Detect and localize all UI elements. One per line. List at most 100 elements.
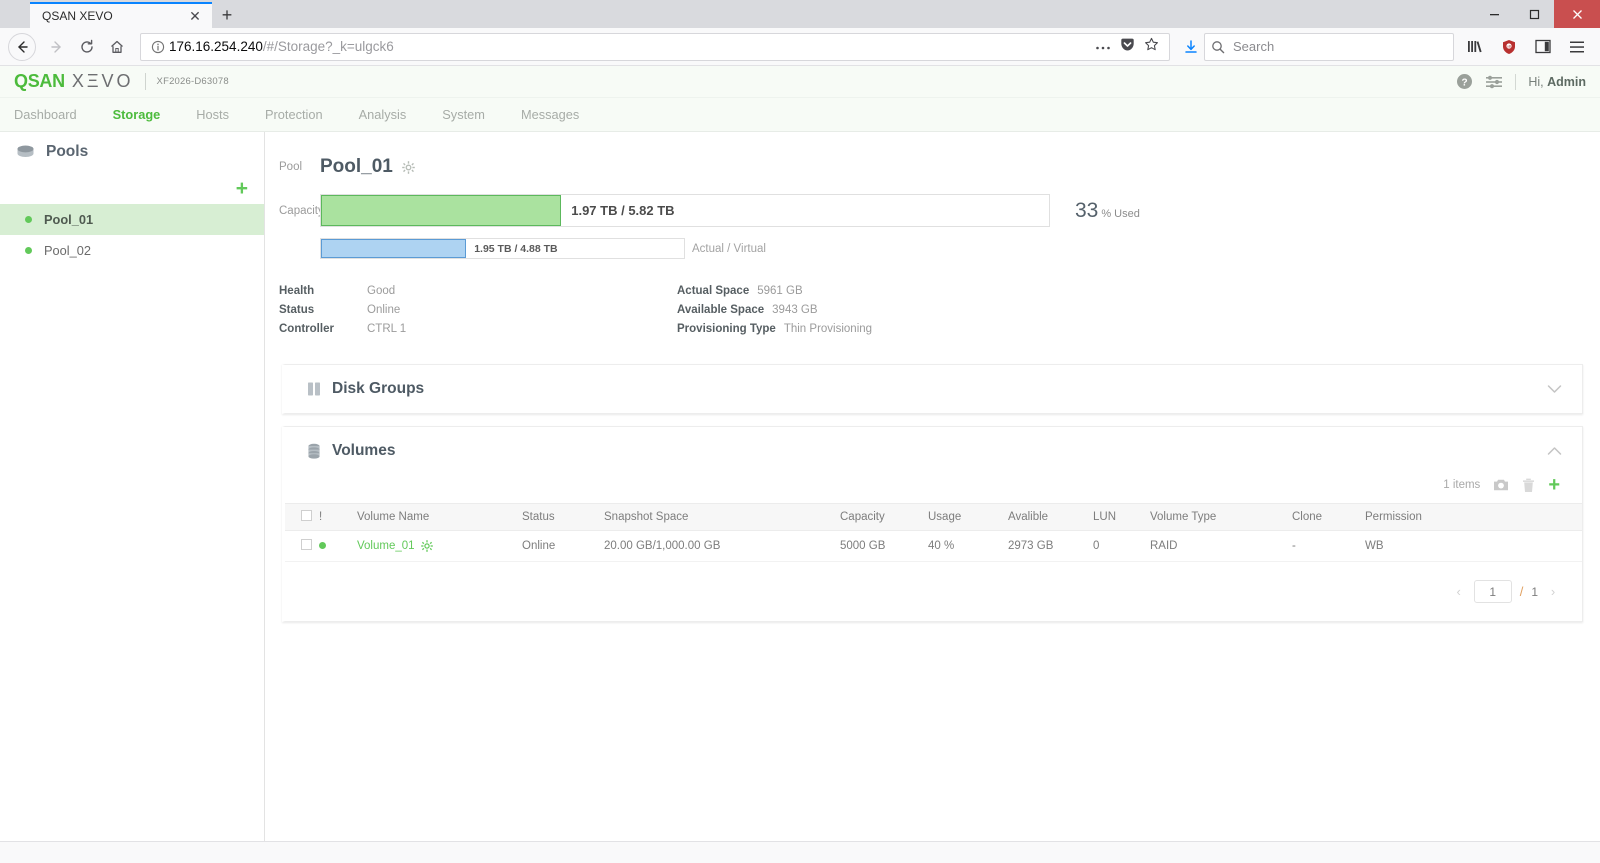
row-checkbox[interactable] xyxy=(301,539,312,550)
th-usage[interactable]: Usage xyxy=(928,504,1008,531)
detail-value: 3943 GB xyxy=(772,304,818,316)
chevron-down-icon[interactable] xyxy=(1547,384,1562,394)
th-available[interactable]: Avalible xyxy=(1008,504,1093,531)
page-title: Pool_01 xyxy=(320,156,415,178)
virtual-capacity-bar-text: 1.95 TB / 4.88 TB xyxy=(474,242,558,255)
th-capacity[interactable]: Capacity xyxy=(840,504,928,531)
next-page-button[interactable]: › xyxy=(1546,584,1560,599)
th-status[interactable]: Status xyxy=(522,504,604,531)
row-clone-cell: - xyxy=(1292,530,1365,562)
maximize-icon[interactable] xyxy=(1514,0,1554,28)
svg-text:?: ? xyxy=(1462,77,1468,88)
downloads-icon[interactable] xyxy=(1178,39,1204,55)
delete-trash-icon[interactable] xyxy=(1522,478,1535,493)
th-alert[interactable]: ! xyxy=(319,504,357,531)
new-tab-icon[interactable]: + xyxy=(212,2,242,28)
page-actions-icon[interactable] xyxy=(1095,38,1111,56)
app-header: QSAN XΞVO XF2026-D63078 ? Hi, Admin xyxy=(0,66,1600,98)
bookmark-star-icon[interactable] xyxy=(1144,37,1159,57)
nav-tab-storage[interactable]: Storage xyxy=(95,98,179,132)
capacity-label: Capacity xyxy=(279,204,324,217)
select-all-checkbox[interactable] xyxy=(301,510,312,521)
th-lun[interactable]: LUN xyxy=(1093,504,1150,531)
gear-icon[interactable] xyxy=(402,160,415,174)
virtual-capacity-bar-fill xyxy=(321,239,467,258)
th-permission[interactable]: Permission xyxy=(1365,504,1582,531)
capacity-percent-word: Used xyxy=(1114,207,1140,220)
detail-row: Available Space 3943 GB xyxy=(677,304,872,317)
library-icon[interactable] xyxy=(1460,32,1490,62)
th-volume-type[interactable]: Volume Type xyxy=(1150,504,1292,531)
url-bar[interactable]: 176.16.254.240/#/Storage?_k=ulgck6 xyxy=(140,32,1170,61)
site-info-icon[interactable] xyxy=(147,40,169,54)
row-capacity-cell: 5000 GB xyxy=(840,530,928,562)
browser-window: QSAN XEVO ✕ + 176.16.254.240/#/Storage?_… xyxy=(0,0,1600,863)
table-row[interactable]: Volume_01 Online 20.00 GB/1,000.00 GB 50… xyxy=(285,530,1582,562)
pool-details-left: Health Good Status Online Controller CTRL 1 xyxy=(279,285,677,336)
home-icon[interactable] xyxy=(102,32,132,62)
browser-navbar: 176.16.254.240/#/Storage?_k=ulgck6 Searc… xyxy=(0,28,1600,66)
add-volume-button[interactable]: + xyxy=(1548,475,1560,495)
volume-link[interactable]: Volume_01 xyxy=(357,540,433,552)
back-icon[interactable] xyxy=(8,32,36,61)
svg-text:uB: uB xyxy=(1507,44,1511,48)
url-text: 176.16.254.240/#/Storage?_k=ulgck6 xyxy=(169,39,1095,54)
pools-sidebar: Pools + Pool_01 Pool_02 xyxy=(0,132,265,841)
detail-row: Provisioning Type Thin Provisioning xyxy=(677,323,872,336)
url-action-icons xyxy=(1095,37,1163,57)
gear-icon[interactable] xyxy=(420,540,433,552)
th-clone[interactable]: Clone xyxy=(1292,504,1365,531)
qsan-logo[interactable]: QSAN XΞVO xyxy=(14,71,134,92)
sidebar-item-label: Pool_02 xyxy=(44,243,91,258)
browser-tab[interactable]: QSAN XEVO ✕ xyxy=(30,2,212,28)
prev-page-button[interactable]: ‹ xyxy=(1452,584,1466,599)
add-pool-button[interactable]: + xyxy=(0,172,264,204)
shield-addon-icon[interactable]: uB xyxy=(1494,32,1524,62)
row-volume-type-cell: RAID xyxy=(1150,530,1292,562)
detail-row: Status Online xyxy=(279,304,677,317)
capacity-bar-fill xyxy=(321,195,562,226)
nav-tab-protection[interactable]: Protection xyxy=(247,98,341,132)
nav-tab-analysis[interactable]: Analysis xyxy=(341,98,425,132)
th-volume-name[interactable]: Volume Name xyxy=(357,504,522,531)
page-number-input[interactable]: 1 xyxy=(1473,580,1512,603)
pocket-icon[interactable] xyxy=(1120,37,1135,57)
main-content: Pool Pool_01 Capacity 1.97 TB / 5.82 TB … xyxy=(265,132,1600,841)
sidebar-item-pool-02[interactable]: Pool_02 xyxy=(0,235,264,266)
pool-title-row: Pool Pool_01 xyxy=(265,156,1600,178)
close-icon[interactable]: ✕ xyxy=(186,7,204,25)
tab-strip: QSAN XEVO ✕ + xyxy=(0,0,242,28)
settings-sliders-icon[interactable] xyxy=(1485,74,1503,90)
sidebar-toggle-icon[interactable] xyxy=(1528,32,1558,62)
disk-groups-header[interactable]: Disk Groups xyxy=(285,365,1582,413)
capacity-row: Capacity 1.97 TB / 5.82 TB 33% Used xyxy=(265,194,1600,227)
row-select-cell[interactable] xyxy=(285,530,319,562)
sidebar-item-pool-01[interactable]: Pool_01 xyxy=(0,204,264,235)
chevron-up-icon[interactable] xyxy=(1547,446,1562,456)
search-input[interactable] xyxy=(1231,38,1447,55)
row-lun-cell: 0 xyxy=(1093,530,1150,562)
th-select-all[interactable] xyxy=(285,504,319,531)
minimize-icon[interactable] xyxy=(1474,0,1514,28)
th-snapshot-space[interactable]: Snapshot Space xyxy=(604,504,840,531)
snapshot-camera-icon[interactable] xyxy=(1493,478,1509,492)
detail-row: Actual Space 5961 GB xyxy=(677,285,872,298)
browser-search-bar[interactable] xyxy=(1204,32,1454,61)
header-divider xyxy=(144,73,146,90)
volumes-title: Volumes xyxy=(332,442,396,459)
nav-tab-dashboard[interactable]: Dashboard xyxy=(14,98,95,132)
browser-titlebar: QSAN XEVO ✕ + xyxy=(0,0,1600,28)
nav-tab-hosts[interactable]: Hosts xyxy=(178,98,247,132)
pools-icon xyxy=(16,144,35,160)
hamburger-menu-icon[interactable] xyxy=(1562,32,1592,62)
nav-tab-system[interactable]: System xyxy=(424,98,503,132)
user-greeting[interactable]: Hi, Admin xyxy=(1528,75,1586,89)
row-volume-name-cell[interactable]: Volume_01 xyxy=(357,530,522,562)
reload-icon[interactable] xyxy=(72,32,102,62)
row-usage-cell: 40 % xyxy=(928,530,1008,562)
volumes-header[interactable]: Volumes xyxy=(285,427,1582,475)
nav-tab-messages[interactable]: Messages xyxy=(503,98,597,132)
help-icon[interactable]: ? xyxy=(1456,73,1473,90)
window-close-icon[interactable] xyxy=(1554,0,1600,28)
volumes-table-body: Volume_01 Online 20.00 GB/1,000.00 GB 50… xyxy=(285,530,1582,562)
